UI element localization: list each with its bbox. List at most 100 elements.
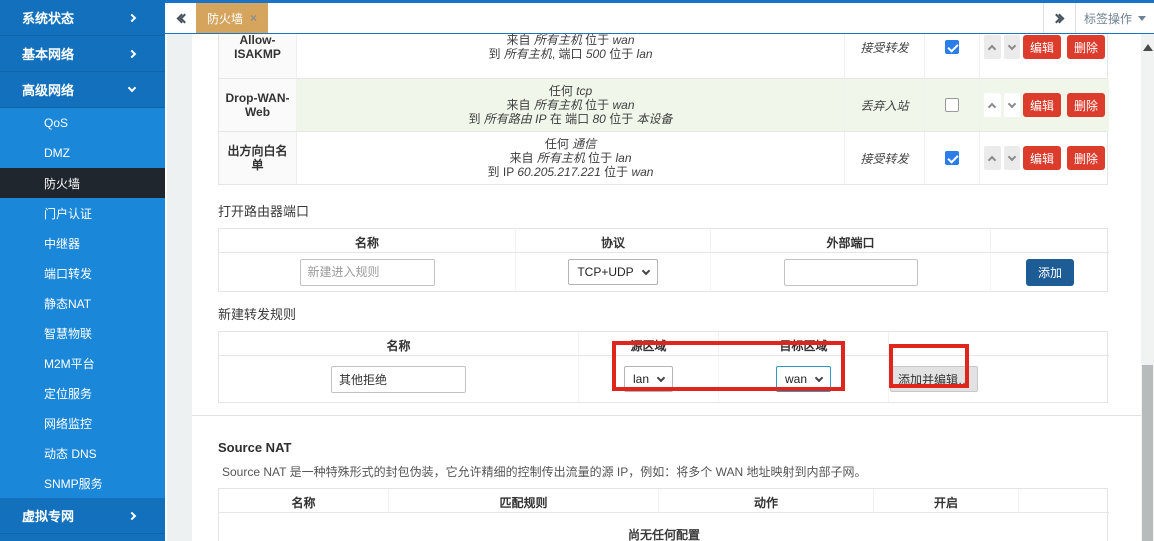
left-gutter — [167, 34, 192, 541]
sidebar-item-static-nat[interactable]: 静态NAT — [0, 288, 165, 318]
move-down-button[interactable] — [1004, 146, 1021, 170]
column-header-empty — [991, 229, 1109, 253]
forward-rule-table: 名称 源区域 目标区域 lan wan — [218, 331, 1108, 403]
chevron-down-icon — [1008, 99, 1016, 107]
column-header: 动作 — [659, 489, 874, 513]
sidebar-item-location-service[interactable]: 定位服务 — [0, 378, 165, 408]
dest-zone-select[interactable]: wan — [776, 366, 831, 392]
sidebar-item-dmz[interactable]: DMZ — [0, 138, 165, 168]
sidebar-item-repeater[interactable]: 中继器 — [0, 228, 165, 258]
protocol-select-value: TCP+UDP — [577, 265, 633, 279]
rule-action: 接受转发 — [845, 34, 925, 78]
sidebar-item-network-monitor[interactable]: 网络监控 — [0, 408, 165, 438]
sidebar-item-firewall[interactable]: 防火墙 — [0, 168, 165, 198]
main-content: Allow-ISAKMP 来自 所有主机 位于 wan 到 所有主机, 端口 5… — [165, 34, 1141, 541]
chevron-down-icon — [1008, 41, 1016, 49]
section-title-source-nat: Source NAT — [218, 440, 1141, 455]
sidebar-item-label: 基本网络 — [22, 44, 74, 63]
sidebar-item-smart-iot[interactable]: 智慧物联 — [0, 318, 165, 348]
move-up-button[interactable] — [984, 146, 1001, 170]
column-header: 外部端口 — [711, 229, 991, 253]
chevron-down-icon — [815, 373, 823, 381]
section-title-open-ports: 打开路由器端口 — [218, 201, 1141, 220]
sidebar-item-label: 高级网络 — [22, 80, 74, 99]
dest-zone-value: wan — [785, 372, 807, 386]
scrollbar-up-arrow-icon[interactable] — [1143, 39, 1153, 51]
sidebar: 系统状态 基本网络 高级网络 QoS DMZ 防火墙 门户认证 中继器 端口转发… — [0, 0, 165, 541]
rule-enabled-checkbox[interactable] — [945, 151, 959, 165]
source-nat-table: 名称 匹配规则 动作 开启 尚无任何配置 — [218, 488, 1108, 541]
empty-state-text: 尚无任何配置 — [219, 513, 1109, 541]
sidebar-item-advanced-network[interactable]: 高级网络 — [0, 72, 165, 108]
chevron-down-icon — [641, 266, 649, 274]
chevron-up-icon — [988, 44, 996, 52]
scroll-tabs-left-button[interactable] — [165, 3, 196, 33]
rule-name: Drop-WAN-Web — [219, 79, 297, 131]
new-rule-name-input[interactable] — [300, 259, 435, 286]
rule-enabled-checkbox[interactable] — [945, 98, 959, 112]
table-row: Allow-ISAKMP 来自 所有主机 位于 wan 到 所有主机, 端口 5… — [219, 34, 1107, 78]
delete-button[interactable]: 删除 — [1067, 35, 1105, 59]
add-and-edit-button[interactable]: 添加并编辑… — [890, 366, 978, 392]
section-divider — [192, 415, 1141, 416]
move-up-button[interactable] — [984, 35, 1001, 59]
column-header: 名称 — [219, 229, 516, 253]
scrollbar-thumb[interactable] — [1142, 365, 1153, 541]
open-ports-table: 名称 协议 外部端口 TCP+UDP 添加 — [218, 228, 1108, 292]
firewall-rules-table: Allow-ISAKMP 来自 所有主机 位于 wan 到 所有主机, 端口 5… — [218, 34, 1108, 185]
tab-actions-label: 标签操作 — [1084, 10, 1132, 27]
sidebar-item-vpn[interactable]: 虚拟专网 — [0, 498, 165, 534]
section-title-new-forward: 新建转发规则 — [218, 304, 1141, 323]
rule-name: Allow-ISAKMP — [219, 34, 297, 78]
rule-name: 出方向白名单 — [219, 132, 297, 184]
delete-button[interactable]: 删除 — [1067, 146, 1105, 170]
sidebar-item-portal-auth[interactable]: 门户认证 — [0, 198, 165, 228]
chevron-up-icon — [988, 155, 996, 163]
rule-detail: 来自 所有主机 位于 wan 到 所有主机, 端口 500 位于 lan — [297, 34, 845, 78]
edit-button[interactable]: 编辑 — [1023, 93, 1061, 117]
rule-detail: 任何 通信 来自 所有主机 位于 lan 到 IP 60.205.217.221… — [297, 132, 845, 184]
close-icon[interactable]: × — [250, 11, 257, 25]
sidebar-item-qos[interactable]: QoS — [0, 108, 165, 138]
column-header: 匹配规则 — [389, 489, 659, 513]
sidebar-item-system-status[interactable]: 系统状态 — [0, 0, 165, 36]
chevron-down-icon — [128, 84, 136, 92]
edit-button[interactable]: 编辑 — [1023, 146, 1061, 170]
add-button[interactable]: 添加 — [1026, 259, 1074, 286]
rule-enabled-checkbox[interactable] — [945, 40, 959, 54]
table-row: Drop-WAN-Web 任何 tcp 来自 所有主机 位于 wan 到 所有路… — [219, 78, 1107, 131]
sidebar-item-label: 系统状态 — [22, 8, 74, 27]
chevron-down-icon — [657, 373, 665, 381]
caret-down-icon — [1138, 16, 1146, 25]
source-zone-value: lan — [633, 372, 649, 386]
sidebar-item-port-forward[interactable]: 端口转发 — [0, 258, 165, 288]
sidebar-item-snmp-service[interactable]: SNMP服务 — [0, 468, 165, 498]
sidebar-item-dynamic-dns[interactable]: 动态 DNS — [0, 438, 165, 468]
chevron-right-icon — [128, 49, 136, 57]
move-down-button[interactable] — [1004, 93, 1021, 117]
delete-button[interactable]: 删除 — [1067, 93, 1105, 117]
column-header-empty — [1019, 489, 1109, 513]
protocol-select[interactable]: TCP+UDP — [568, 259, 657, 285]
source-zone-select[interactable]: lan — [624, 366, 673, 392]
rule-action: 接受转发 — [845, 132, 925, 184]
chevron-right-icon — [128, 511, 136, 519]
tab-bar-spacer — [268, 3, 1043, 33]
edit-button[interactable]: 编辑 — [1023, 35, 1061, 59]
sidebar-item-basic-network[interactable]: 基本网络 — [0, 36, 165, 72]
tab-bar: 防火墙 × 标签操作 — [165, 0, 1154, 34]
tab-label: 防火墙 — [207, 10, 243, 27]
external-port-input[interactable] — [784, 259, 918, 286]
tab-actions-dropdown[interactable]: 标签操作 — [1076, 3, 1154, 33]
rule-action: 丢弃入站 — [845, 79, 925, 131]
sidebar-item-m2m-platform[interactable]: M2M平台 — [0, 348, 165, 378]
chevron-down-icon — [1008, 152, 1016, 160]
scrollbar[interactable] — [1141, 34, 1154, 541]
chevron-right-icon — [128, 13, 136, 21]
forward-name-input[interactable] — [331, 366, 466, 393]
scroll-tabs-right-button[interactable] — [1044, 3, 1075, 33]
move-down-button[interactable] — [1004, 35, 1021, 59]
sidebar-item-label: 虚拟专网 — [22, 506, 74, 525]
tab-firewall[interactable]: 防火墙 × — [196, 3, 268, 33]
move-up-button[interactable] — [984, 93, 1001, 117]
